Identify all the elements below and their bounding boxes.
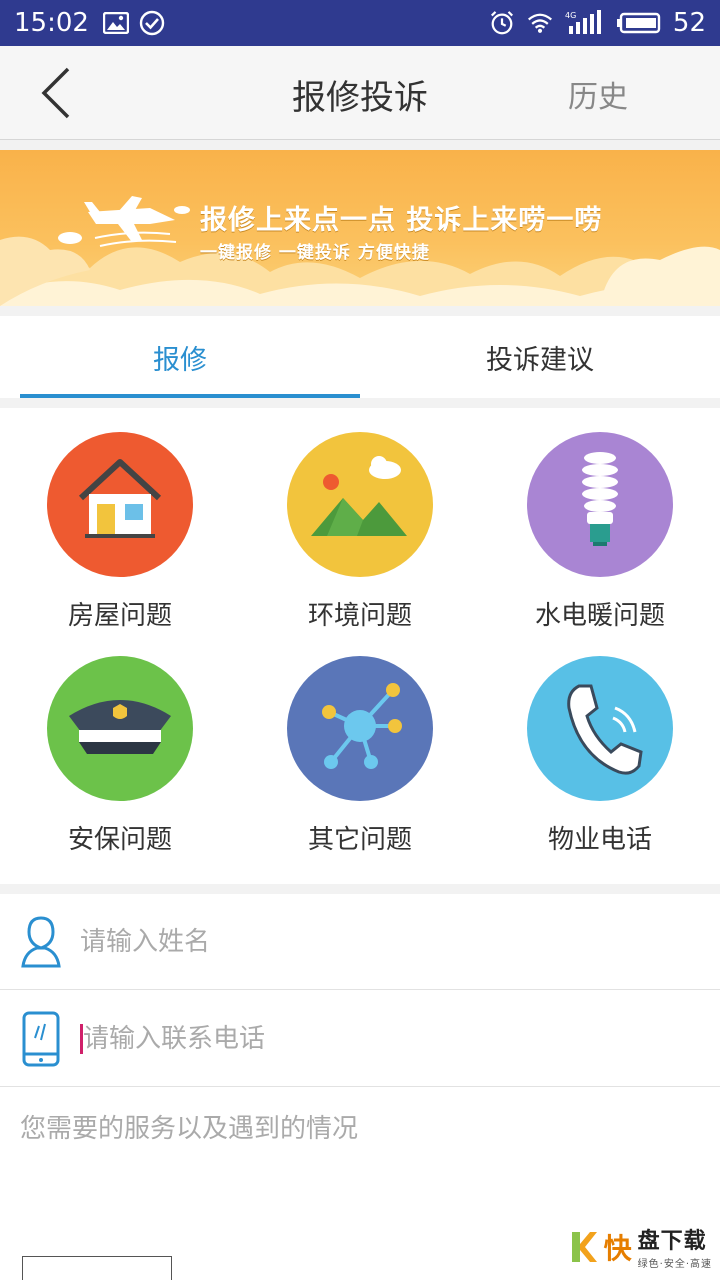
check-circle-icon (139, 10, 165, 36)
signal-icon: 4G (565, 10, 605, 36)
tab-complaint[interactable]: 投诉建议 (360, 316, 720, 398)
banner-subtitle: 一键报修 一键投诉 方便快捷 (200, 243, 430, 263)
watermark-main: 快 (603, 1231, 632, 1265)
watermark-subtitle: 绿色·安全·高速 (637, 1259, 712, 1270)
image-icon (102, 10, 129, 36)
tab-bar: 报修 投诉建议 (0, 316, 720, 398)
image-upload-button[interactable] (22, 1256, 172, 1280)
app-header: 报修投诉 历史 (0, 46, 720, 140)
tab-repair[interactable]: 报修 (0, 316, 360, 398)
name-row (0, 894, 720, 990)
house-icon (47, 432, 193, 577)
battery-level: 52 (672, 8, 706, 38)
category-label: 安保问题 (67, 825, 172, 855)
status-time: 15:02 (14, 8, 89, 38)
mobile-phone-icon (18, 1011, 64, 1067)
watermark-title: 盘下载 (637, 1229, 707, 1254)
watermark-logo: 快 盘下载 绿色·安全·高速 (570, 1223, 712, 1270)
alarm-icon (489, 10, 515, 36)
category-label: 物业电话 (547, 825, 652, 855)
battery-icon (616, 10, 661, 36)
police-cap-icon (47, 656, 193, 801)
name-input[interactable] (80, 926, 640, 957)
status-bar: 15:02 4G 52 (0, 0, 720, 46)
landscape-icon (287, 432, 433, 577)
category-other[interactable]: 其它问题 (240, 632, 480, 856)
promo-banner: 报修上来点一点 投诉上来唠一唠 一键报修 一键投诉 方便快捷 (0, 150, 720, 306)
phone-row (0, 991, 720, 1087)
network-icon (287, 656, 433, 801)
category-grid: 房屋问题 环境问题 水电暖问题 安保问题 其它问题 物业电话 (0, 408, 720, 884)
phone-icon (527, 656, 673, 801)
category-label: 水电暖问题 (534, 601, 665, 631)
user-icon (18, 914, 64, 970)
k-logo-icon (571, 1231, 597, 1262)
history-button[interactable]: 历史 (568, 72, 628, 116)
category-label: 其它问题 (307, 825, 412, 855)
bulb-icon (527, 432, 673, 577)
svg-text:4G: 4G (565, 11, 576, 20)
banner-slogan: 报修上来点一点 投诉上来唠一唠 (200, 205, 603, 236)
category-house[interactable]: 房屋问题 (0, 408, 240, 632)
category-property-phone[interactable]: 物业电话 (480, 632, 720, 856)
category-utilities[interactable]: 水电暖问题 (480, 408, 720, 632)
category-security[interactable]: 安保问题 (0, 632, 240, 856)
category-label: 环境问题 (307, 601, 412, 631)
description-input[interactable] (20, 1108, 700, 1218)
wifi-icon (527, 10, 553, 36)
phone-input[interactable] (83, 1023, 643, 1054)
category-label: 房屋问题 (67, 601, 172, 631)
category-environment[interactable]: 环境问题 (240, 408, 480, 632)
